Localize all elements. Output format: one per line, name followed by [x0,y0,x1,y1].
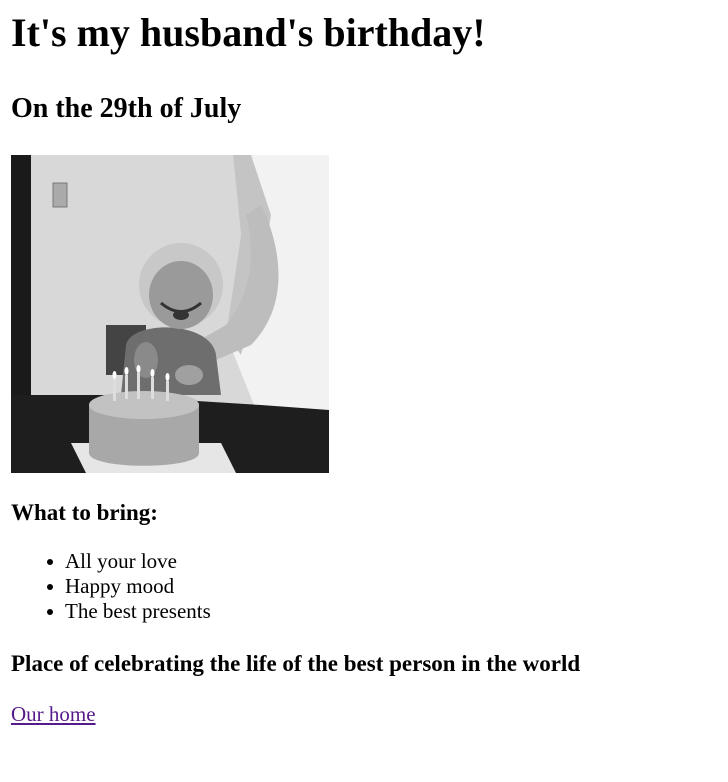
place-heading: Place of celebrating the life of the bes… [11,651,581,676]
bring-heading: What to bring: [11,500,158,525]
list-item: All your love [47,549,728,574]
our-home-link[interactable]: Our home [11,702,96,727]
birthday-photo [11,155,329,473]
list-item: Happy mood [47,574,728,599]
list-item: The best presents [47,599,728,624]
bring-list: All your love Happy mood The best presen… [11,549,728,624]
event-date: On the 29th of July [11,93,242,124]
page-title: It's my husband's birthday! [11,10,486,55]
page-content: It's my husband's birthday! On the 29th … [11,0,728,727]
